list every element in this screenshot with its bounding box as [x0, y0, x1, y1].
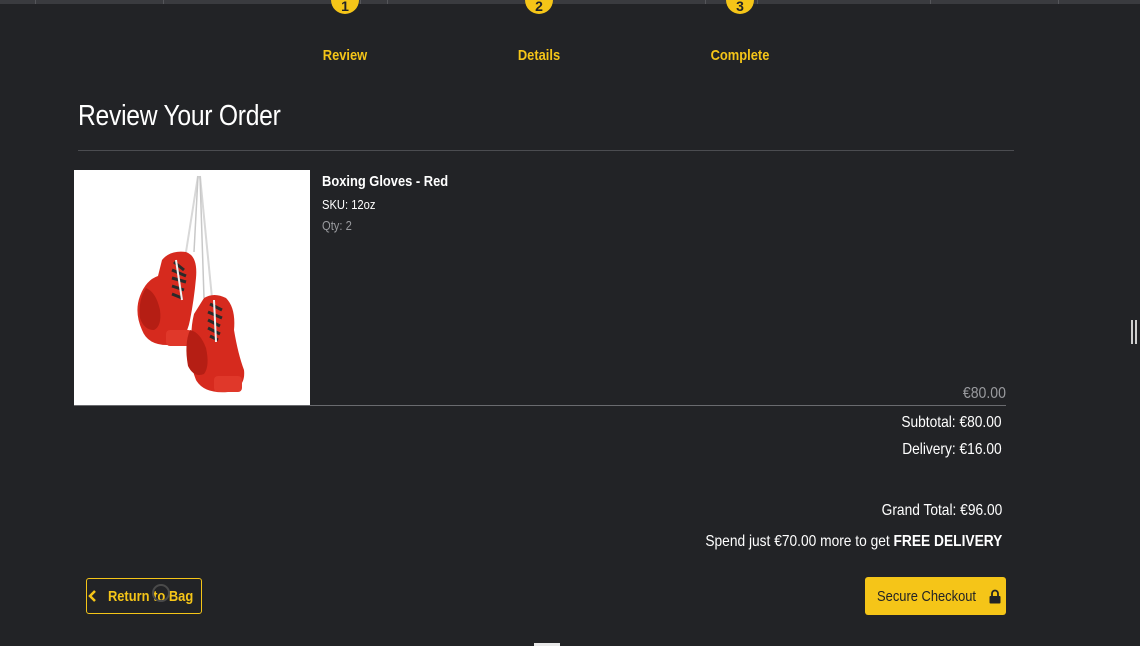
step-number-badge: 3: [726, 0, 754, 14]
secure-checkout-button[interactable]: Secure Checkout: [865, 577, 1006, 615]
free-delivery-message: Spend just €70.00 more to get FREE DELIV…: [705, 533, 1002, 551]
product-image[interactable]: [74, 170, 310, 405]
step-label: Complete: [710, 47, 770, 64]
page-title: Review Your Order: [78, 100, 281, 132]
divider: [78, 150, 1014, 151]
step-label: Details: [517, 47, 561, 64]
product-quantity: Qty: 2: [322, 218, 352, 233]
free-delivery-emphasis: FREE DELIVERY: [893, 533, 1002, 550]
return-to-bag-button[interactable]: Return to Bag: [86, 578, 202, 614]
grand-total: Grand Total: €96.00: [881, 502, 1002, 519]
chevron-left-icon: [88, 590, 96, 602]
product-name: Boxing Gloves - Red: [322, 173, 449, 190]
resize-handle[interactable]: [1131, 320, 1137, 344]
checkout-page: 1 Review 2 Details 3 Complete Review You…: [0, 0, 1140, 646]
step-label: Review: [322, 47, 368, 64]
product-price: €80.00: [962, 385, 1006, 402]
secure-checkout-label: Secure Checkout: [877, 587, 976, 605]
top-toolbar-strip: [0, 0, 1140, 4]
delivery-cost: Delivery: €16.00: [902, 441, 1002, 458]
product-sku: SKU: 12oz: [322, 197, 376, 212]
step-number-badge: 2: [525, 0, 553, 14]
step-number-badge: 1: [331, 0, 359, 14]
free-delivery-prefix: Spend just €70.00 more to get: [704, 533, 894, 550]
subtotal: Subtotal: €80.00: [901, 414, 1002, 431]
boxing-gloves-image: [137, 175, 245, 393]
return-to-bag-label: Return to Bag: [107, 587, 194, 605]
lock-icon: [989, 589, 1001, 603]
divider: [74, 405, 1006, 406]
